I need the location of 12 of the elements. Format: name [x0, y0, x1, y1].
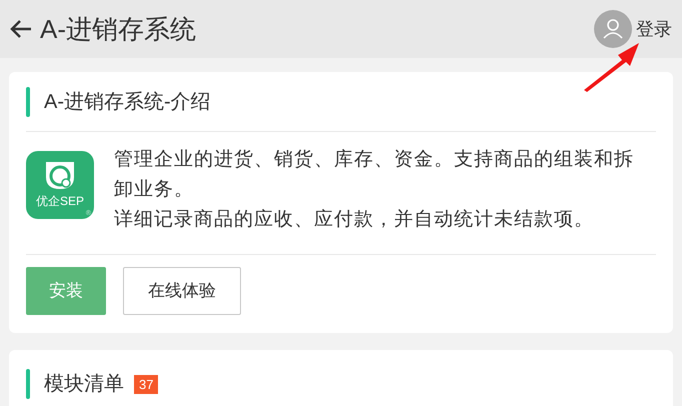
- logo-text: 优企SEP: [36, 194, 84, 208]
- page-title: A-进销存系统: [40, 12, 196, 46]
- back-icon[interactable]: [10, 19, 32, 39]
- section-title: 模块清单: [44, 372, 124, 397]
- section-title: A-进销存系统-介绍: [44, 90, 211, 114]
- annotation-arrow: [582, 40, 642, 92]
- login-link[interactable]: 登录: [636, 16, 672, 42]
- description-text: 管理企业的进货、销货、库存、资金。支持商品的组装和拆卸业务。: [114, 148, 635, 202]
- count-badge: 37: [134, 374, 158, 394]
- try-online-button[interactable]: 在线体验: [123, 267, 241, 315]
- description-text: 详细记录商品的应收、应付款，并自动统计未结款项。: [114, 208, 595, 232]
- logo-icon: [43, 159, 77, 191]
